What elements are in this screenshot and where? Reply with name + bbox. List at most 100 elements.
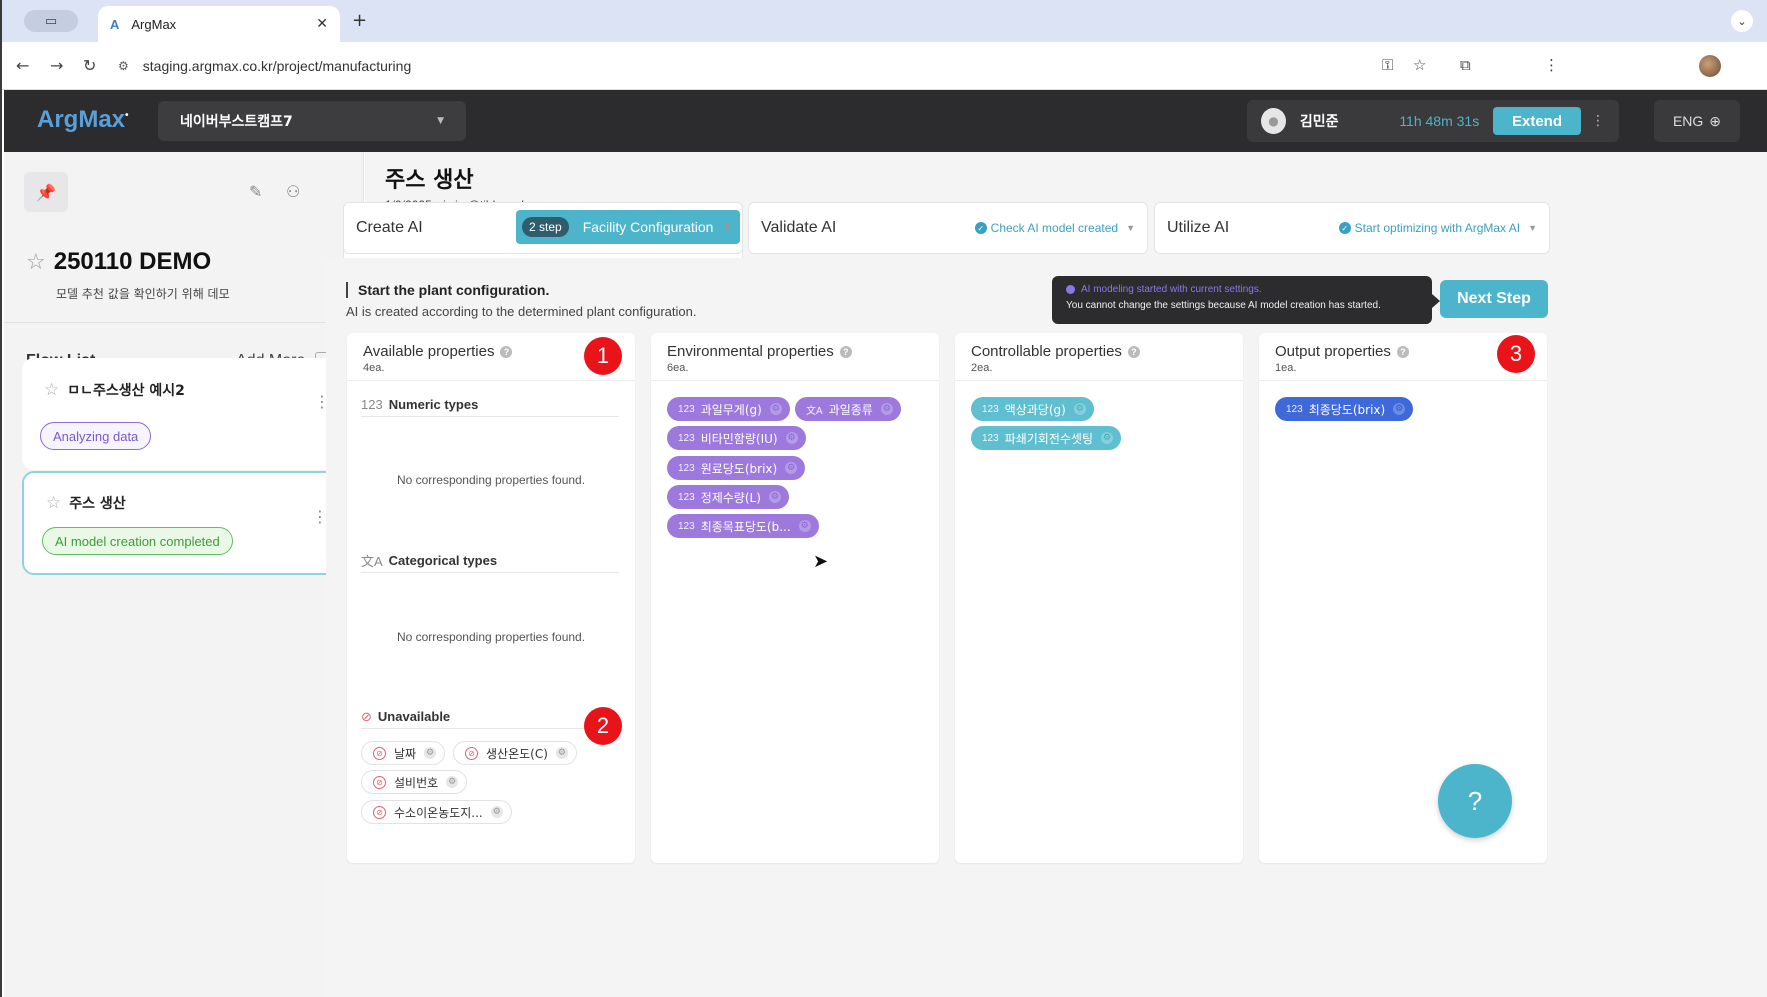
favorite-star-icon[interactable]: ☆ (26, 250, 46, 275)
sidebar: 📌 ✎ ⚇ ☆ 250110 DEMO 모델 추천 값을 확인하기 위해 데모 … (4, 152, 364, 997)
app-header: ArgMax• 네이버부스트캠프7 ▼ ● 김민준 11h 48m 31s Ex… (4, 90, 1767, 152)
globe-icon: ⊕ (1709, 112, 1722, 129)
pin-icon[interactable]: 📌 (24, 172, 68, 212)
session-timer: 11h 48m 31s (1399, 113, 1480, 129)
panel-count: 6ea. (667, 362, 689, 374)
numeric-type-icon: 123 (678, 462, 695, 474)
settings-gear-icon[interactable]: ⚙ (1101, 432, 1114, 444)
favorite-star-icon[interactable]: ☆ (44, 380, 59, 400)
property-chip[interactable]: 123 파쇄기회전수셋팅 ⚙ (971, 426, 1122, 450)
close-tab-icon[interactable]: ✕ (316, 16, 328, 32)
tab-search-icon[interactable]: ⌄ (1731, 10, 1753, 32)
property-chip[interactable]: 123 원료당도(brix) ⚙ (667, 456, 806, 480)
check-circle-icon: ✓ (974, 222, 987, 234)
chip-label: 과일종류 (828, 402, 873, 417)
flow-card-selected[interactable]: ☆ 주스 생산 ⋮ AI model creation completed (22, 471, 348, 575)
environmental-properties-panel: Environmental properties? 6ea. 123 과일무게(… (651, 333, 939, 863)
step-create-ai[interactable]: Create AI 2 step Facility Configuration … (343, 202, 743, 254)
settings-gear-icon[interactable]: ⚙ (1393, 403, 1406, 415)
password-key-icon[interactable]: ⚿ (1382, 56, 1393, 74)
brand-logo[interactable]: ArgMax• (37, 106, 129, 134)
favorite-star-icon[interactable]: ☆ (46, 493, 61, 513)
help-button[interactable]: ? (1438, 764, 1512, 838)
property-chip[interactable]: 文A 과일종류 ⚙ (795, 397, 901, 421)
chevron-down-icon[interactable]: ▼ (724, 223, 731, 233)
edit-pencil-icon[interactable]: ✎ (249, 182, 262, 201)
config-subtext: AI is created according to the determine… (346, 304, 697, 319)
reload-icon[interactable]: ↻ (83, 56, 96, 75)
property-chip[interactable]: 123 최종목표당도(b... ⚙ (667, 514, 819, 538)
page-title: 주스 생산 (385, 168, 474, 193)
step-facility-config-button[interactable]: 2 step Facility Configuration (516, 210, 740, 244)
unavailable-property-chip[interactable]: ⊘ 설비번호 ⚙ (361, 770, 468, 794)
ban-icon: ⊘ (373, 805, 386, 819)
annotation-marker-1: 1 (584, 337, 622, 375)
chevron-down-icon[interactable]: ▼ (1126, 223, 1135, 233)
new-tab-icon[interactable]: + (352, 10, 367, 31)
step-utilize-ai[interactable]: Utilize AI ✓ Start optimizing with ArgMa… (1154, 202, 1550, 254)
unavailable-property-chip[interactable]: ⊘ 수소이온농도지... ⚙ (361, 800, 512, 824)
tab-title: ArgMax (131, 16, 177, 32)
settings-gear-icon[interactable]: ⚙ (785, 432, 798, 444)
config-heading: Start the plant configuration. (346, 282, 697, 298)
user-avatar[interactable]: ● (1261, 108, 1286, 134)
numeric-type-icon: 123 (982, 403, 999, 415)
site-settings-icon[interactable]: ⚙ (118, 59, 129, 73)
controllable-properties-panel: Controllable properties? 2ea. 123 액상과당(g… (955, 333, 1243, 863)
bookmark-star-icon[interactable]: ☆ (1413, 56, 1426, 74)
utilize-status-text: Start optimizing with ArgMax AI (1354, 221, 1521, 235)
next-step-button[interactable]: Next Step (1440, 280, 1548, 318)
settings-gear-icon[interactable]: ⚙ (555, 747, 568, 759)
unavailable-label: Unavailable (377, 709, 451, 724)
property-chip[interactable]: 123 액상과당(g) ⚙ (971, 397, 1094, 421)
property-chip[interactable]: 123 최종당도(brix) ⚙ (1275, 397, 1414, 421)
chevron-down-icon[interactable]: ▼ (1528, 223, 1537, 233)
panel-title-text: Environmental properties (667, 343, 834, 360)
help-question-icon[interactable]: ? (839, 345, 852, 358)
chip-label: 설비번호 (394, 775, 439, 790)
settings-gear-icon[interactable]: ⚙ (785, 462, 798, 474)
browser-tab[interactable]: A ArgMax ✕ (98, 6, 340, 42)
property-chip[interactable]: 123 정제수량(L) ⚙ (667, 485, 789, 509)
categorical-type-icon: 文A (806, 405, 823, 417)
address-bar[interactable]: ⚙ staging.argmax.co.kr/project/manufactu… (118, 49, 1488, 83)
settings-gear-icon[interactable]: ⚙ (1073, 403, 1086, 415)
help-question-icon[interactable]: ? (1396, 345, 1409, 358)
forward-icon[interactable]: → (50, 56, 63, 75)
panel-count: 2ea. (971, 362, 993, 374)
back-icon[interactable]: ← (16, 56, 29, 75)
step-validate-ai[interactable]: Validate AI ✓ Check AI model created ▼ (748, 202, 1148, 254)
project-select[interactable]: 네이버부스트캠프7 ▼ (158, 101, 466, 141)
settings-gear-icon[interactable]: ⚙ (798, 520, 811, 532)
profile-avatar[interactable] (1699, 55, 1721, 77)
property-chip[interactable]: 123 비타민함량(IU) ⚙ (667, 426, 806, 450)
flow-card[interactable]: ☆ ㅁㄴ주스생산 예시2 ⋮ Analyzing data (22, 358, 348, 470)
settings-gear-icon[interactable]: ⚙ (768, 491, 781, 503)
settings-gear-icon[interactable]: ⚙ (424, 747, 437, 759)
panel-title: Output properties? (1275, 343, 1531, 360)
categorical-types-label: Categorical types (388, 553, 498, 568)
numeric-empty-message: No corresponding properties found. (396, 473, 586, 487)
user-settings-icon[interactable]: ⚇ (286, 182, 300, 201)
settings-gear-icon[interactable]: ⚙ (446, 776, 459, 788)
locked-settings-tooltip: AI modeling started with current setting… (1052, 276, 1440, 324)
numeric-type-icon: 123 (678, 403, 695, 415)
extend-button[interactable]: Extend (1493, 107, 1581, 135)
settings-gear-icon[interactable]: ⚙ (769, 403, 782, 415)
unavailable-property-chip[interactable]: ⊘ 생산온도(C) ⚙ (453, 741, 577, 765)
settings-gear-icon[interactable]: ⚙ (490, 806, 503, 818)
unavailable-property-chip[interactable]: ⊘ 날짜 ⚙ (361, 741, 446, 765)
help-question-icon[interactable]: ? (500, 345, 513, 358)
language-button[interactable]: ENG ⊕ (1654, 100, 1740, 142)
browser-menu-icon[interactable]: ⋮ (1544, 56, 1559, 74)
language-label: ENG (1672, 113, 1704, 129)
check-circle-icon: ✓ (1338, 222, 1351, 234)
extensions-icon[interactable]: ⧉ (1460, 56, 1471, 74)
chip-label: 정제수량(L) (700, 490, 761, 505)
property-chip[interactable]: 123 과일무게(g) ⚙ (667, 397, 790, 421)
ban-icon: ⊘ (373, 746, 386, 760)
user-menu-icon[interactable]: ⋮ (1591, 113, 1605, 129)
tab-overview-icon[interactable]: ▭ (24, 10, 78, 32)
settings-gear-icon[interactable]: ⚙ (880, 403, 893, 415)
help-question-icon[interactable]: ? (1127, 345, 1140, 358)
